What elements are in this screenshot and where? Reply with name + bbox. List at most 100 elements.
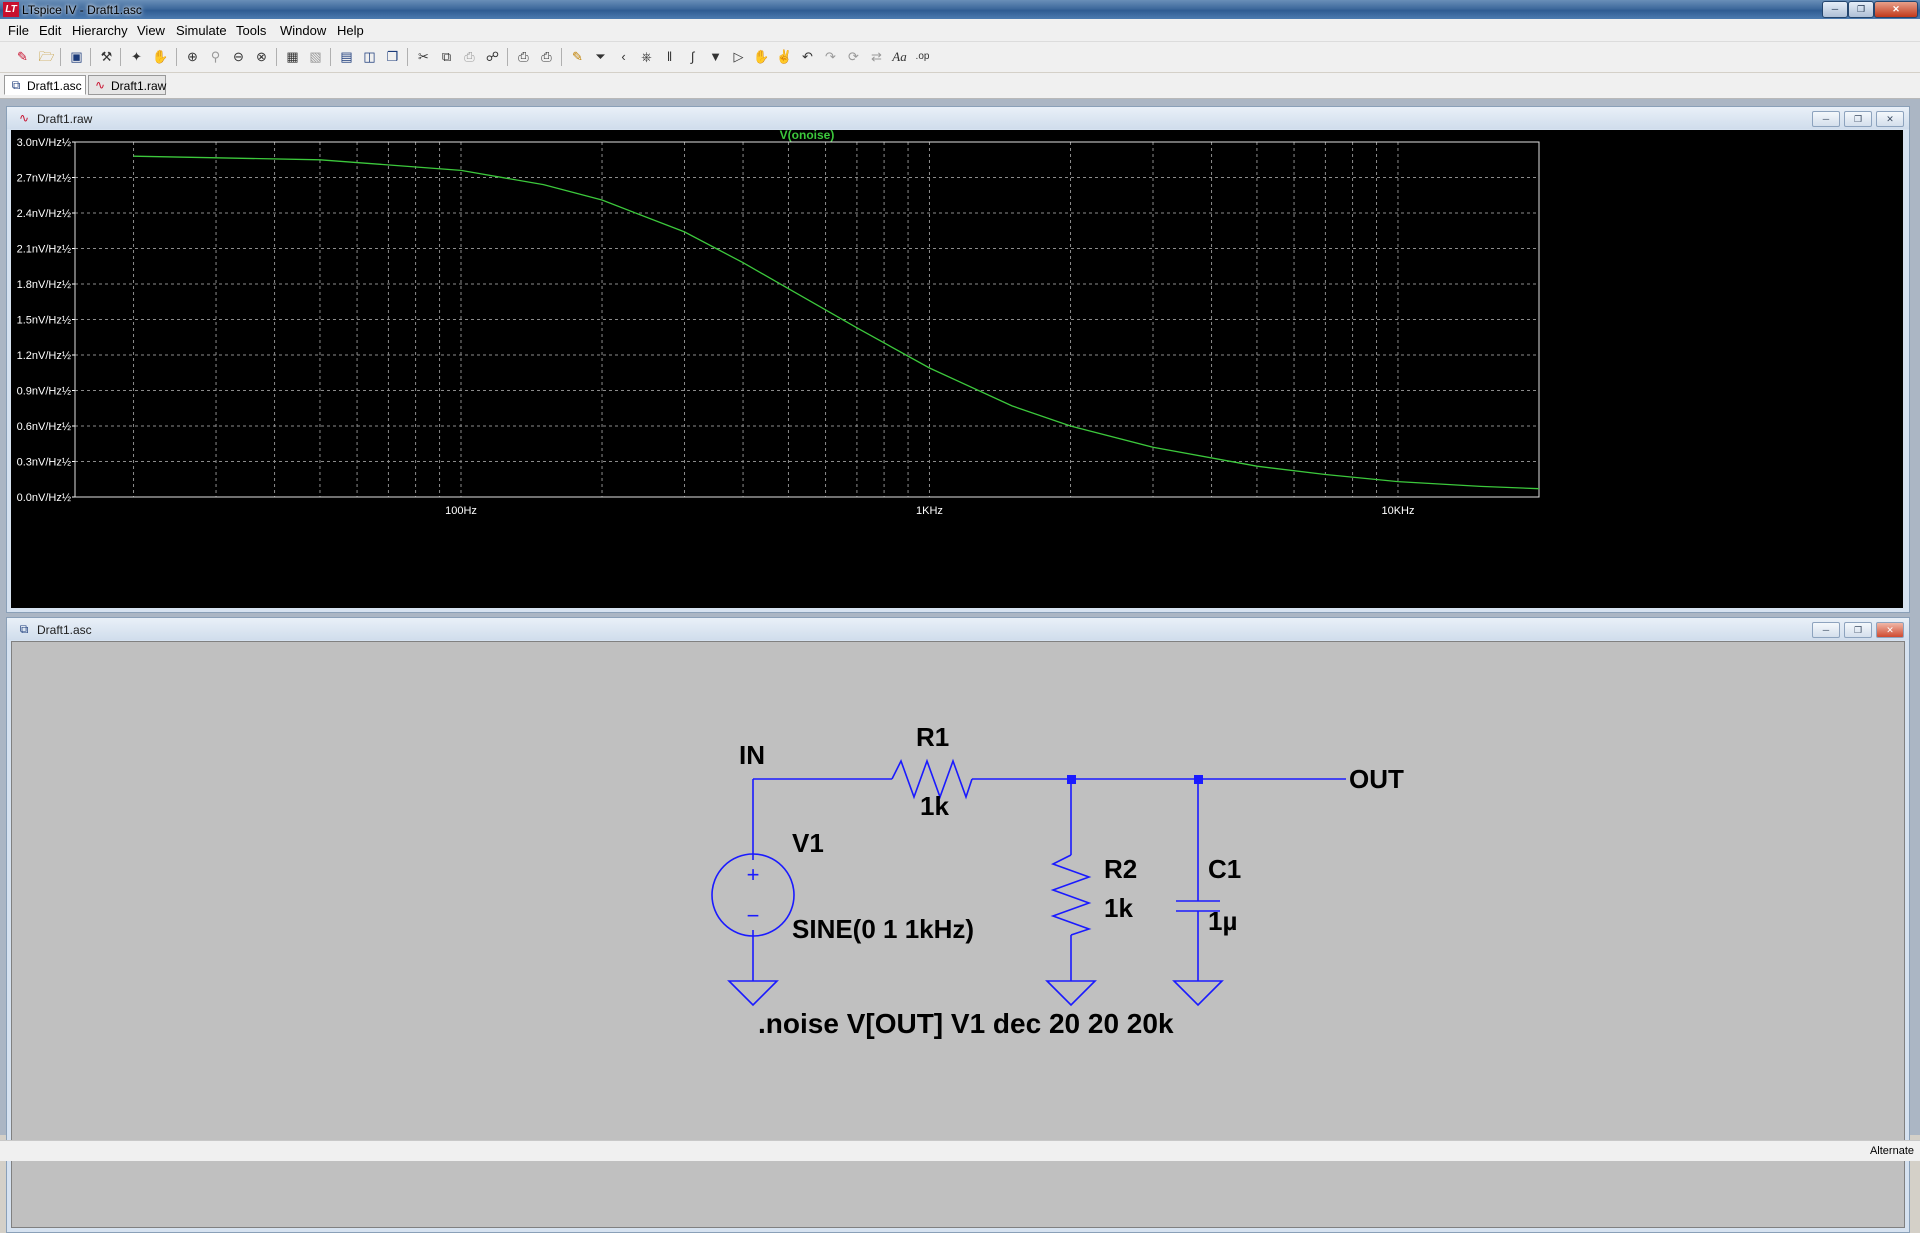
component-icon[interactable]: ▷ xyxy=(730,48,747,65)
junction-dot xyxy=(1067,775,1076,784)
ltspice-logo-icon: LT xyxy=(3,2,19,17)
y-tick-label: 1.5nV/Hz½ xyxy=(17,315,71,327)
tab-draft1-raw[interactable]: ∿ Draft1.raw xyxy=(88,75,166,95)
y-tick-label: 0.6nV/Hz½ xyxy=(17,421,71,433)
waveform-icon: ∿ xyxy=(94,78,106,92)
plot-window-title-bar[interactable]: ∿ Draft1.raw ─ ❐ ✕ xyxy=(7,107,1909,129)
menu-help[interactable]: Help xyxy=(337,23,364,38)
zoom-in-icon[interactable]: ⊕ xyxy=(184,48,201,65)
move-icon[interactable]: ✋ xyxy=(753,48,770,65)
y-tick-label: 0.0nV/Hz½ xyxy=(17,492,71,504)
v1-name-label[interactable]: V1 xyxy=(792,828,824,858)
r1-value-label[interactable]: 1k xyxy=(920,791,949,821)
schematic-icon: ⧉ xyxy=(11,78,21,92)
delete-trace-icon[interactable]: ▧ xyxy=(307,48,324,65)
c1-value-label[interactable]: 1µ xyxy=(1208,906,1237,936)
cut-icon[interactable]: ✂ xyxy=(415,48,432,65)
spice-directive[interactable]: .noise V[OUT] V1 dec 20 20 20k xyxy=(758,1008,1174,1039)
spice-directive-icon[interactable]: .op xyxy=(914,48,931,65)
menu-edit[interactable]: Edit xyxy=(39,23,61,38)
tab-draft1-asc[interactable]: ⧉ Draft1.asc xyxy=(4,75,86,95)
menu-view[interactable]: View xyxy=(137,23,165,38)
restore-icon[interactable]: ❐ xyxy=(1844,622,1872,638)
close-icon[interactable]: ✕ xyxy=(1876,111,1904,127)
menu-file[interactable]: File xyxy=(8,23,29,38)
open-icon[interactable]: 🗁 xyxy=(38,48,55,65)
restore-icon[interactable]: ❐ xyxy=(1844,111,1872,127)
run-icon[interactable]: ✦ xyxy=(128,48,145,65)
maximize-icon[interactable]: ❐ xyxy=(1848,1,1874,18)
net-label-in[interactable]: IN xyxy=(739,740,765,770)
redo-icon[interactable]: ↷ xyxy=(822,48,839,65)
ground-icon xyxy=(1172,980,1224,1007)
y-tick-label: 2.7nV/Hz½ xyxy=(17,173,71,185)
find-icon[interactable]: ☍ xyxy=(484,48,501,65)
print-icon[interactable]: ⎙ xyxy=(538,48,555,65)
drag-icon[interactable]: ✌ xyxy=(776,48,793,65)
close-icon[interactable]: ✕ xyxy=(1876,622,1904,638)
document-tabs: ⧉ Draft1.asc ∿ Draft1.raw xyxy=(0,73,1920,99)
mirror-icon[interactable]: ⇄ xyxy=(868,48,885,65)
zoom-fit-icon[interactable]: ⊗ xyxy=(253,48,270,65)
zoom-area-icon[interactable]: ⚲ xyxy=(207,48,224,65)
legend-label[interactable]: V(onoise) xyxy=(780,130,835,142)
schematic-window-title: Draft1.asc xyxy=(37,623,92,637)
close-icon[interactable]: ✕ xyxy=(1874,1,1918,18)
y-tick-label: 1.2nV/Hz½ xyxy=(17,350,71,362)
waveform-icon: ∿ xyxy=(18,111,30,125)
status-mode: Alternate xyxy=(1869,1145,1914,1157)
r2-name-label[interactable]: R2 xyxy=(1104,854,1137,884)
inductor-icon[interactable]: ∫ xyxy=(684,48,701,65)
print-preview-icon[interactable]: ⎙ xyxy=(515,48,532,65)
label-net-icon[interactable]: ‹ xyxy=(615,48,632,65)
minimize-icon[interactable]: ─ xyxy=(1822,1,1848,18)
net-label-out[interactable]: OUT xyxy=(1349,764,1404,794)
y-tick-label: 2.4nV/Hz½ xyxy=(17,208,71,220)
window-title-bar[interactable]: LT LTspice IV - Draft1.asc ─ ❐ ✕ xyxy=(0,0,1920,19)
menu-bar: File Edit Hierarchy View Simulate Tools … xyxy=(0,19,1920,42)
noise-plot[interactable]: 0.0nV/Hz½ 0.3nV/Hz½ 0.6nV/Hz½ 0.9nV/Hz½ 1.2n… xyxy=(11,130,1903,608)
plot-window: ∿ Draft1.raw ─ ❐ ✕ 0.0nV/Hz½ 0.3nV/Hz½ 0.6… xyxy=(6,106,1910,613)
diode-icon[interactable]: ▼ xyxy=(707,48,724,65)
resistor-r2[interactable] xyxy=(1050,854,1092,936)
tab-label: Draft1.raw xyxy=(111,79,167,93)
v1-value-label[interactable]: SINE(0 1 1kHz) xyxy=(792,914,974,944)
text-icon[interactable]: Aa xyxy=(891,48,908,65)
undo-icon[interactable]: ↶ xyxy=(799,48,816,65)
cascade-icon[interactable]: ❐ xyxy=(384,48,401,65)
x-tick-label: 1KHz xyxy=(916,505,943,517)
halt-icon[interactable]: ✋ xyxy=(152,48,169,65)
control-panel-icon[interactable]: ⚒ xyxy=(98,48,115,65)
tile-horizontal-icon[interactable]: ▤ xyxy=(338,48,355,65)
resistor-icon[interactable]: ⎈ xyxy=(638,48,655,65)
plot-window-title: Draft1.raw xyxy=(37,112,93,126)
r2-value-label[interactable]: 1k xyxy=(1104,893,1133,923)
menu-hierarchy[interactable]: Hierarchy xyxy=(72,23,128,38)
minimize-icon[interactable]: ─ xyxy=(1812,622,1840,638)
x-tick-label: 100Hz xyxy=(445,505,477,517)
c1-name-label[interactable]: C1 xyxy=(1208,854,1241,884)
rotate-icon[interactable]: ⟳ xyxy=(845,48,862,65)
r1-name-label[interactable]: R1 xyxy=(916,722,949,752)
v1-plus-sign: + xyxy=(747,862,760,887)
tab-label: Draft1.asc xyxy=(27,79,82,93)
schematic-icon: ⧉ xyxy=(19,622,29,636)
new-schematic-icon[interactable]: ✎ xyxy=(14,48,31,65)
wire-icon[interactable]: ✎ xyxy=(569,48,586,65)
schematic-window-title-bar[interactable]: ⧉ Draft1.asc ─ ❐ ✕ xyxy=(7,618,1909,640)
menu-simulate[interactable]: Simulate xyxy=(176,23,227,38)
minimize-icon[interactable]: ─ xyxy=(1812,111,1840,127)
copy-icon[interactable]: ⧉ xyxy=(438,48,455,65)
menu-window[interactable]: Window xyxy=(280,23,326,38)
capacitor-icon[interactable]: ‖ xyxy=(661,48,678,65)
y-tick-label: 0.9nV/Hz½ xyxy=(17,386,71,398)
toolbar: ✎ 🗁 ▣ ⚒ ✦ ✋ ⊕ ⚲ ⊖ ⊗ ▦ ▧ ▤ ◫ ❐ ✂ ⧉ ⎙ ☍ ⎙ … xyxy=(0,42,1920,72)
autorange-icon[interactable]: ▦ xyxy=(284,48,301,65)
tile-vertical-icon[interactable]: ◫ xyxy=(361,48,378,65)
menu-tools[interactable]: Tools xyxy=(236,23,266,38)
save-icon[interactable]: ▣ xyxy=(68,48,85,65)
ground-icon[interactable]: ⏷ xyxy=(592,48,609,65)
y-tick-label: 3.0nV/Hz½ xyxy=(17,137,71,149)
zoom-out-icon[interactable]: ⊖ xyxy=(230,48,247,65)
paste-icon[interactable]: ⎙ xyxy=(461,48,478,65)
